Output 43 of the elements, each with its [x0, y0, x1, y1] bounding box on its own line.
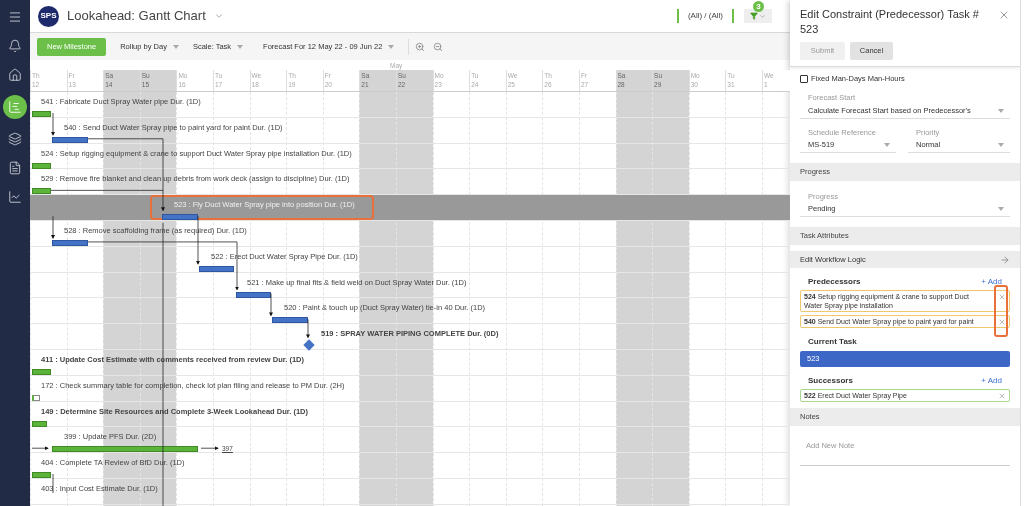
task-bar[interactable] [32, 472, 51, 479]
group-heading: Successors [808, 375, 853, 387]
remove-icon[interactable] [998, 392, 1006, 400]
task-bar[interactable] [32, 420, 47, 427]
remove-icon[interactable] [998, 293, 1006, 301]
arrow-right-icon[interactable] [1000, 254, 1010, 265]
highlight-outline [994, 285, 1008, 337]
task-bar[interactable] [162, 214, 198, 221]
task-bar[interactable] [32, 368, 51, 375]
remove-icon[interactable] [998, 318, 1006, 326]
caret-icon[interactable] [884, 142, 890, 147]
current-task-heading: Current Task [807, 336, 858, 348]
task-bar[interactable] [52, 136, 88, 143]
filter-button[interactable] [744, 9, 772, 23]
task-bar[interactable] [52, 446, 198, 453]
add-link[interactable]: + Add [981, 276, 1002, 288]
zoom-in-icon[interactable] [415, 41, 426, 52]
close-icon[interactable] [998, 9, 1010, 21]
gantt-chart-icon[interactable] [3, 95, 27, 119]
caret-icon [759, 12, 766, 20]
page-title: Lookahead: Gantt Chart [67, 7, 206, 26]
filter-scope[interactable]: (All) / (All) [676, 9, 734, 23]
filter-icon [750, 12, 758, 20]
task-bar[interactable] [32, 162, 51, 169]
task-bar[interactable] [236, 291, 271, 298]
checkbox[interactable] [800, 74, 808, 83]
task-bar[interactable] [199, 265, 234, 272]
task-bar[interactable] [272, 317, 308, 324]
panel-title: Edit Constraint (Predecessor) Task # 523 [800, 7, 980, 37]
add-link[interactable]: + Add [981, 375, 1002, 387]
task-bar[interactable] [32, 394, 40, 401]
caret-icon[interactable] [388, 44, 395, 49]
caret-icon[interactable] [237, 44, 244, 49]
caret-icon[interactable] [998, 142, 1004, 147]
caret-icon[interactable] [998, 108, 1004, 113]
group-heading: Predecessors [808, 276, 861, 288]
logo: SPS [38, 5, 59, 27]
caret-icon[interactable] [213, 11, 224, 21]
caret-icon[interactable] [172, 44, 179, 49]
caret-icon[interactable] [998, 207, 1004, 211]
zoom-out-icon[interactable] [433, 41, 444, 52]
filter-count-badge: 3 [753, 1, 764, 12]
task-bar[interactable] [32, 188, 51, 195]
